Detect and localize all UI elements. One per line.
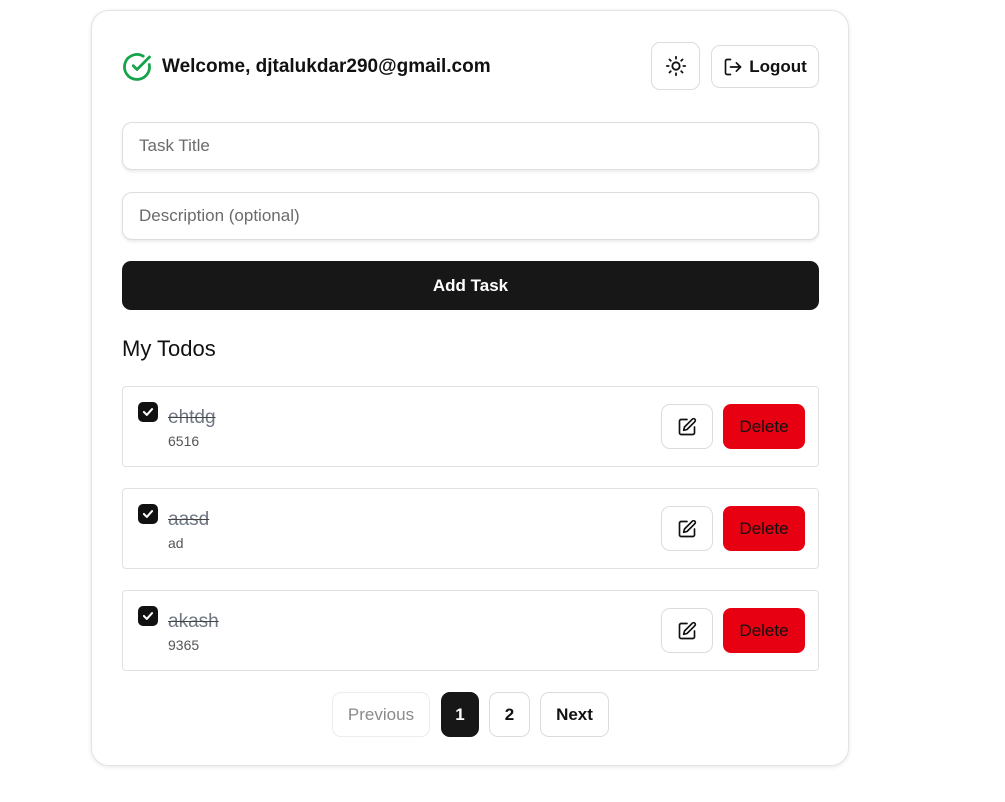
sun-icon: [665, 55, 686, 77]
checkmark-icon: [142, 408, 154, 416]
next-page-button[interactable]: Next: [540, 692, 609, 737]
todo-description: ad: [168, 535, 184, 551]
add-task-button[interactable]: Add Task: [122, 261, 819, 310]
logout-label: Logout: [749, 56, 807, 76]
check-circle-icon: [123, 53, 151, 81]
previous-page-button[interactable]: Previous: [332, 692, 430, 737]
todo-checkbox[interactable]: [138, 504, 158, 524]
delete-button[interactable]: Delete: [723, 608, 805, 653]
edit-icon: [678, 519, 697, 537]
todo-item: akash 9365 Delete: [122, 590, 819, 671]
checkmark-icon: [142, 612, 154, 620]
edit-icon: [678, 417, 697, 435]
edit-button[interactable]: [661, 506, 713, 551]
page-button-2[interactable]: 2: [489, 692, 530, 737]
page-button-1[interactable]: 1: [441, 692, 479, 737]
todo-title: aasd: [168, 509, 210, 530]
todo-description: 6516: [168, 433, 200, 449]
task-title-input[interactable]: [122, 122, 819, 170]
todo-title: ehtdg: [168, 407, 216, 428]
todo-description: 9365: [168, 637, 200, 653]
delete-button[interactable]: Delete: [723, 506, 805, 551]
edit-button[interactable]: [661, 404, 713, 449]
task-description-input[interactable]: [122, 192, 819, 240]
welcome-text: Welcome, djtalukdar290@gmail.com: [162, 56, 491, 77]
checkmark-icon: [142, 510, 154, 518]
todo-item: ehtdg 6516 Delete: [122, 386, 819, 467]
logout-button[interactable]: Logout: [711, 45, 819, 88]
theme-toggle-button[interactable]: [651, 42, 700, 90]
logout-icon: [724, 58, 742, 75]
todo-checkbox[interactable]: [138, 402, 158, 422]
edit-icon: [678, 621, 697, 639]
edit-button[interactable]: [661, 608, 713, 653]
todo-checkbox[interactable]: [138, 606, 158, 626]
todo-item: aasd ad Delete: [122, 488, 819, 569]
delete-button[interactable]: Delete: [723, 404, 805, 449]
todo-title: akash: [168, 611, 219, 632]
todos-heading: My Todos: [122, 336, 216, 361]
